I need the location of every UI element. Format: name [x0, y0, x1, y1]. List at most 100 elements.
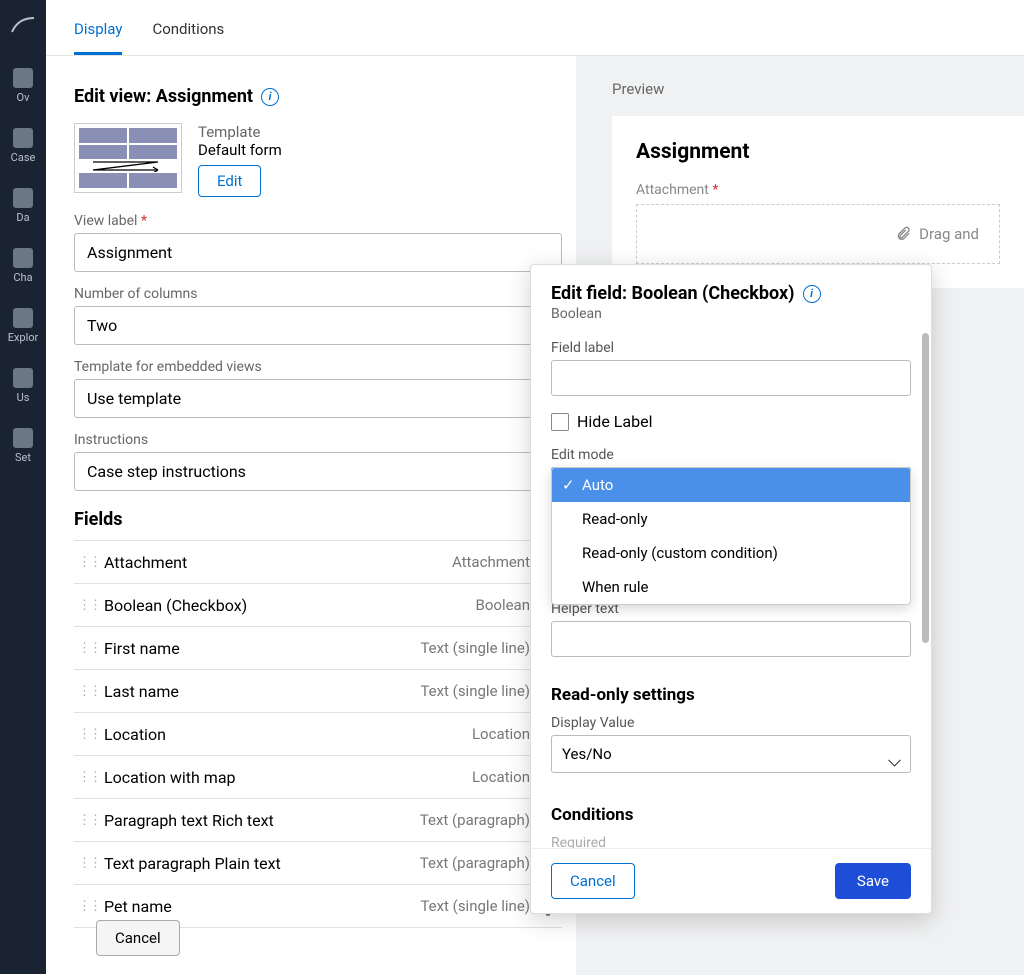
- info-icon[interactable]: i: [803, 285, 821, 303]
- drag-handle-icon[interactable]: ⋮⋮: [78, 899, 92, 914]
- panel-title: Edit field: Boolean (Checkbox) i: [551, 283, 911, 304]
- tabs: Display Conditions: [46, 0, 1024, 56]
- template-info: Template Default form Edit: [198, 123, 282, 197]
- hide-label-checkbox[interactable]: [551, 413, 569, 431]
- sidebar-item-channels[interactable]: Cha: [0, 240, 46, 292]
- display-value-label: Display Value: [551, 715, 911, 731]
- sidebar-item-overview[interactable]: Ov: [0, 60, 46, 112]
- edit-field-panel: Edit field: Boolean (Checkbox) i Boolean…: [530, 264, 932, 914]
- sidebar-item-settings[interactable]: Set: [0, 420, 46, 472]
- instructions-input[interactable]: [74, 452, 562, 491]
- panel-cancel-button[interactable]: Cancel: [551, 863, 635, 899]
- edit-mode-option-readonly[interactable]: Read-only: [552, 502, 910, 536]
- helper-text-input[interactable]: [551, 621, 911, 657]
- case-icon: [13, 128, 33, 148]
- attachment-label: Attachment *: [636, 182, 1000, 198]
- edit-mode-option-when-rule[interactable]: When rule: [552, 570, 910, 604]
- template-row: Template Default form Edit: [74, 123, 562, 197]
- field-name: Attachment: [104, 553, 452, 572]
- drag-handle-icon[interactable]: ⋮⋮: [78, 684, 92, 699]
- edit-view-pane: Edit view: Assignment i Template Default…: [46, 56, 576, 975]
- preview-title: Assignment: [636, 140, 1000, 164]
- attachment-dropzone[interactable]: Drag and: [636, 204, 1000, 264]
- page-cancel-button[interactable]: Cancel: [96, 920, 180, 956]
- fields-list: ⋮⋮AttachmentAttachment⋮⋮Boolean (Checkbo…: [74, 540, 562, 928]
- field-name: Location: [104, 725, 472, 744]
- required-label: Required: [551, 835, 911, 848]
- instructions-label: Instructions: [74, 432, 562, 448]
- template-edit-button[interactable]: Edit: [198, 165, 261, 197]
- users-icon: [13, 368, 33, 388]
- data-icon: [13, 188, 33, 208]
- drag-handle-icon[interactable]: ⋮⋮: [78, 813, 92, 828]
- edit-mode-label: Edit mode: [551, 447, 911, 463]
- template-thumbnail: [74, 123, 182, 193]
- field-row[interactable]: ⋮⋮ Location with mapLocation: [74, 756, 562, 799]
- embedded-template-select[interactable]: [74, 379, 562, 418]
- num-columns-select[interactable]: [74, 306, 562, 345]
- fields-heading: Fields: [74, 509, 562, 530]
- readonly-settings-heading: Read-only settings: [551, 685, 911, 705]
- sidebar-item-data[interactable]: Da: [0, 180, 46, 232]
- overview-icon: [13, 68, 33, 88]
- embedded-template-label: Template for embedded views: [74, 359, 562, 375]
- field-name: Paragraph text Rich text: [104, 811, 420, 830]
- info-icon[interactable]: i: [261, 88, 279, 106]
- field-type: Boolean: [476, 596, 531, 614]
- field-type: Text (paragraph): [420, 854, 530, 872]
- sidebar-item-explore[interactable]: Explor: [0, 300, 46, 352]
- field-name: Last name: [104, 682, 420, 701]
- field-type: Text (single line): [420, 682, 530, 700]
- drag-handle-icon[interactable]: ⋮⋮: [78, 555, 92, 570]
- app-logo: [0, 10, 46, 40]
- field-row[interactable]: ⋮⋮Boolean (Checkbox)Boolean: [74, 584, 562, 627]
- sidebar-item-users[interactable]: Us: [0, 360, 46, 412]
- panel-save-button[interactable]: Save: [835, 863, 911, 899]
- field-row[interactable]: ⋮⋮ LocationLocation: [74, 713, 562, 756]
- field-type: Text (single line): [420, 639, 530, 657]
- panel-subtitle: Boolean: [551, 306, 911, 322]
- settings-icon: [13, 428, 33, 448]
- field-label-input[interactable]: [551, 360, 911, 396]
- channels-icon: [13, 248, 33, 268]
- edit-view-heading: Edit view: Assignment i: [74, 86, 562, 107]
- field-row[interactable]: ⋮⋮ Last nameText (single line): [74, 670, 562, 713]
- drag-handle-icon[interactable]: ⋮⋮: [78, 598, 92, 613]
- drag-handle-icon[interactable]: ⋮⋮: [78, 770, 92, 785]
- edit-mode-menu: Auto Read-only Read-only (custom conditi…: [551, 467, 911, 605]
- conditions-heading: Conditions: [551, 805, 911, 825]
- tab-display[interactable]: Display: [74, 20, 122, 55]
- app-sidebar: Ov Case Da Cha Explor Us Set: [0, 0, 46, 974]
- drag-handle-icon[interactable]: ⋮⋮: [78, 727, 92, 742]
- preview-label: Preview: [612, 80, 1024, 98]
- field-name: First name: [104, 639, 420, 658]
- field-row[interactable]: ⋮⋮ Text paragraph Plain textText (paragra…: [74, 842, 562, 885]
- field-type: Text (paragraph): [420, 811, 530, 829]
- hide-label-text: Hide Label: [577, 412, 652, 431]
- display-value-select[interactable]: [551, 735, 911, 773]
- paperclip-icon: [895, 226, 911, 242]
- sidebar-item-case[interactable]: Case: [0, 120, 46, 172]
- tab-conditions[interactable]: Conditions: [152, 20, 224, 55]
- panel-scrollbar[interactable]: [922, 333, 929, 643]
- drag-handle-icon[interactable]: ⋮⋮: [78, 641, 92, 656]
- panel-footer: Cancel Save: [531, 848, 931, 913]
- field-name: Location with map: [104, 768, 472, 787]
- view-label-label: View label *: [74, 213, 562, 229]
- field-name: Text paragraph Plain text: [104, 854, 420, 873]
- num-columns-label: Number of columns: [74, 286, 562, 302]
- edit-mode-option-auto[interactable]: Auto: [552, 468, 910, 502]
- field-row[interactable]: ⋮⋮ Paragraph text Rich textText (paragrap…: [74, 799, 562, 842]
- edit-mode-option-readonly-custom[interactable]: Read-only (custom condition): [552, 536, 910, 570]
- field-label-label: Field label: [551, 340, 911, 356]
- panel-body: Edit field: Boolean (Checkbox) i Boolean…: [531, 265, 931, 848]
- field-row[interactable]: ⋮⋮ First nameText (single line): [74, 627, 562, 670]
- field-type: Location: [472, 725, 530, 743]
- hide-label-row[interactable]: Hide Label: [551, 412, 911, 431]
- preview-card: Assignment Attachment * Drag and: [612, 116, 1024, 288]
- drag-handle-icon[interactable]: ⋮⋮: [78, 856, 92, 871]
- view-label-input[interactable]: [74, 233, 562, 272]
- edit-mode-dropdown[interactable]: Auto Auto Read-only Read-only (custom co…: [551, 467, 911, 505]
- field-row[interactable]: ⋮⋮AttachmentAttachment: [74, 541, 562, 584]
- field-type: Location: [472, 768, 530, 786]
